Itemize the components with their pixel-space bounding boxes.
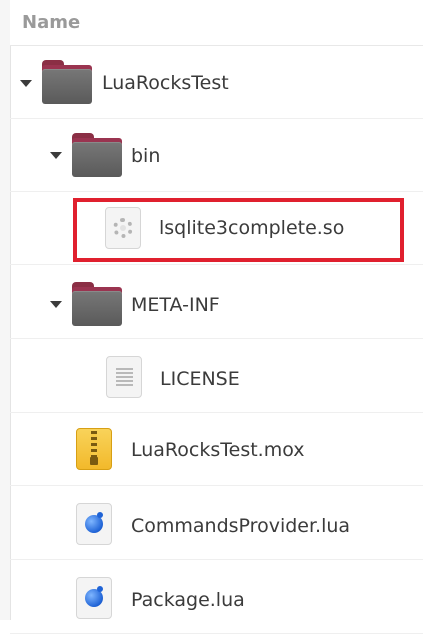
column-header-label: Name: [22, 12, 81, 33]
tree-row-label: LICENSE: [160, 368, 240, 390]
folder-icon: [72, 282, 122, 326]
tree-row-luarockstest-mox[interactable]: LuaRocksTest.mox: [10, 413, 423, 486]
tree-row-bin[interactable]: bin: [10, 119, 423, 192]
lua-file-icon: [76, 503, 112, 545]
archive-icon: [76, 428, 112, 470]
tree-row-label: LuaRocksTest: [102, 72, 229, 94]
tree-row-label: CommandsProvider.lua: [131, 515, 351, 537]
folder-icon: [42, 60, 92, 104]
tree-row-license[interactable]: LICENSE: [10, 340, 423, 413]
expander-down-icon[interactable]: [50, 301, 62, 308]
tree-row-luarockstest[interactable]: LuaRocksTest: [10, 46, 423, 119]
expander-down-icon[interactable]: [20, 80, 32, 87]
tree-row-label: META-INF: [131, 294, 220, 316]
text-file-icon: [106, 356, 142, 398]
expander-down-icon[interactable]: [50, 152, 62, 159]
tree-row-commandsprovider[interactable]: CommandsProvider.lua: [10, 487, 423, 560]
folder-icon: [72, 133, 122, 177]
file-list-view: Name LuaRocksTest bin lsqlite3complete.s…: [0, 0, 423, 634]
tree-row-label: LuaRocksTest.mox: [131, 439, 305, 461]
tree-row-label: Package.lua: [131, 589, 245, 611]
tree-row-label: bin: [131, 145, 161, 167]
highlight-box: [73, 198, 404, 262]
column-header-name[interactable]: Name: [10, 0, 423, 46]
tree-row-meta-inf[interactable]: META-INF: [10, 266, 423, 339]
lua-file-icon: [76, 577, 112, 619]
tree-row-package[interactable]: Package.lua: [10, 561, 423, 634]
